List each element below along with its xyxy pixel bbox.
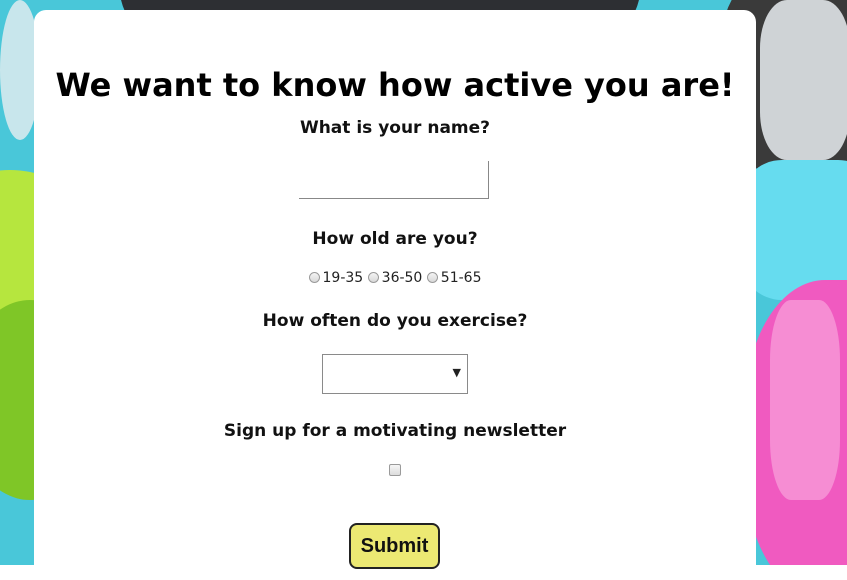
newsletter-label: Sign up for a motivating newsletter: [223, 421, 567, 441]
age-radio-19-35[interactable]: [308, 272, 320, 283]
age-radio-36-50[interactable]: [367, 272, 379, 283]
bg-shape: [760, 0, 847, 160]
age-option-label: 51-65: [440, 270, 482, 286]
name-input[interactable]: [299, 161, 489, 199]
chevron-down-icon: ▼: [452, 366, 461, 379]
age-label: How old are you?: [312, 229, 478, 249]
age-radio-group: 19-35 36-50 51-65: [34, 270, 756, 286]
bg-shape: [740, 160, 847, 300]
page-title: We want to know how active you are!: [55, 66, 735, 104]
exercise-label: How often do you exercise?: [262, 311, 528, 331]
name-label: What is your name?: [299, 118, 491, 138]
survey-card: We want to know how active you are! What…: [34, 10, 756, 580]
submit-button[interactable]: Submit: [349, 523, 440, 569]
age-radio-51-65[interactable]: [426, 272, 438, 283]
bg-shape: [770, 300, 840, 500]
age-option-label: 36-50: [381, 270, 423, 286]
exercise-frequency-select[interactable]: ▼: [322, 354, 468, 394]
age-option-label: 19-35: [322, 270, 364, 286]
newsletter-checkbox[interactable]: [389, 464, 401, 476]
